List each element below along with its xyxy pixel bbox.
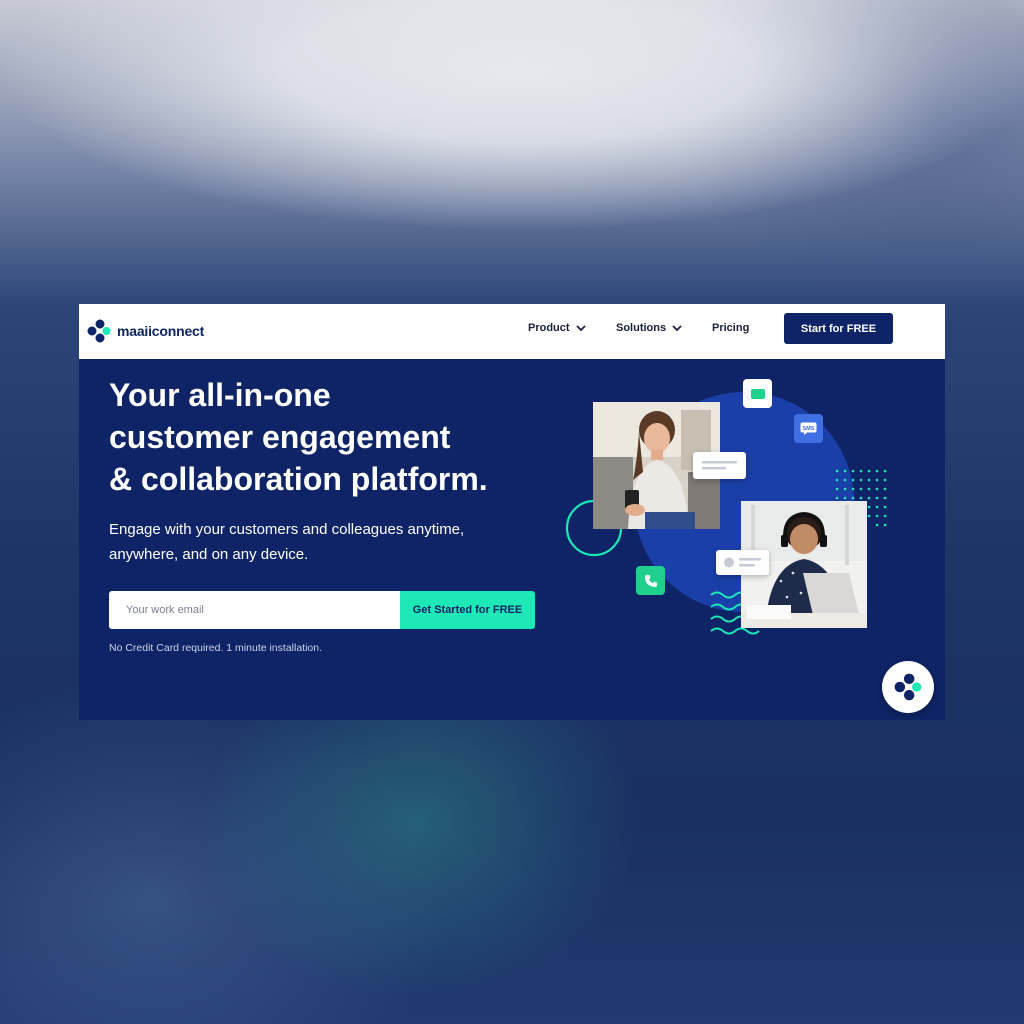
hero-illustration: SMS [79, 304, 945, 720]
headline-line-3: & collaboration platform. [109, 461, 488, 497]
chat-bubble-with-avatar [716, 550, 769, 575]
video-icon [750, 388, 765, 399]
signup-note: No Credit Card required. 1 minute instal… [109, 642, 323, 654]
chat-bubble [693, 452, 746, 479]
website-screenshot: maaiiconnect Product Solutions Pricing S… [79, 304, 945, 720]
hero-subtext: Engage with your customers and colleague… [109, 517, 529, 567]
chat-lines-icon [702, 461, 737, 470]
sms-app-tile: SMS [794, 414, 823, 443]
phone-app-tile [636, 566, 665, 595]
floating-chat-button[interactable] [882, 661, 934, 713]
chat-avatar-lines-icon [724, 557, 761, 568]
get-started-button[interactable]: Get Started for FREE [400, 591, 535, 629]
video-app-tile [743, 379, 772, 408]
hero-headline: Your all-in-one customer engagement & co… [109, 374, 549, 500]
work-email-input[interactable] [109, 591, 400, 629]
subtext-line-2: anywhere, and on any device. [109, 546, 309, 563]
phone-icon [644, 574, 657, 587]
headline-line-2: customer engagement [109, 419, 451, 455]
signup-form: Get Started for FREE [109, 591, 535, 629]
maaiiconnect-chat-icon [894, 673, 922, 701]
headline-line-1: Your all-in-one [109, 377, 331, 413]
subtext-line-1: Engage with your customers and colleague… [109, 521, 465, 538]
sms-icon: SMS [800, 422, 817, 435]
sms-label: SMS [803, 426, 815, 432]
